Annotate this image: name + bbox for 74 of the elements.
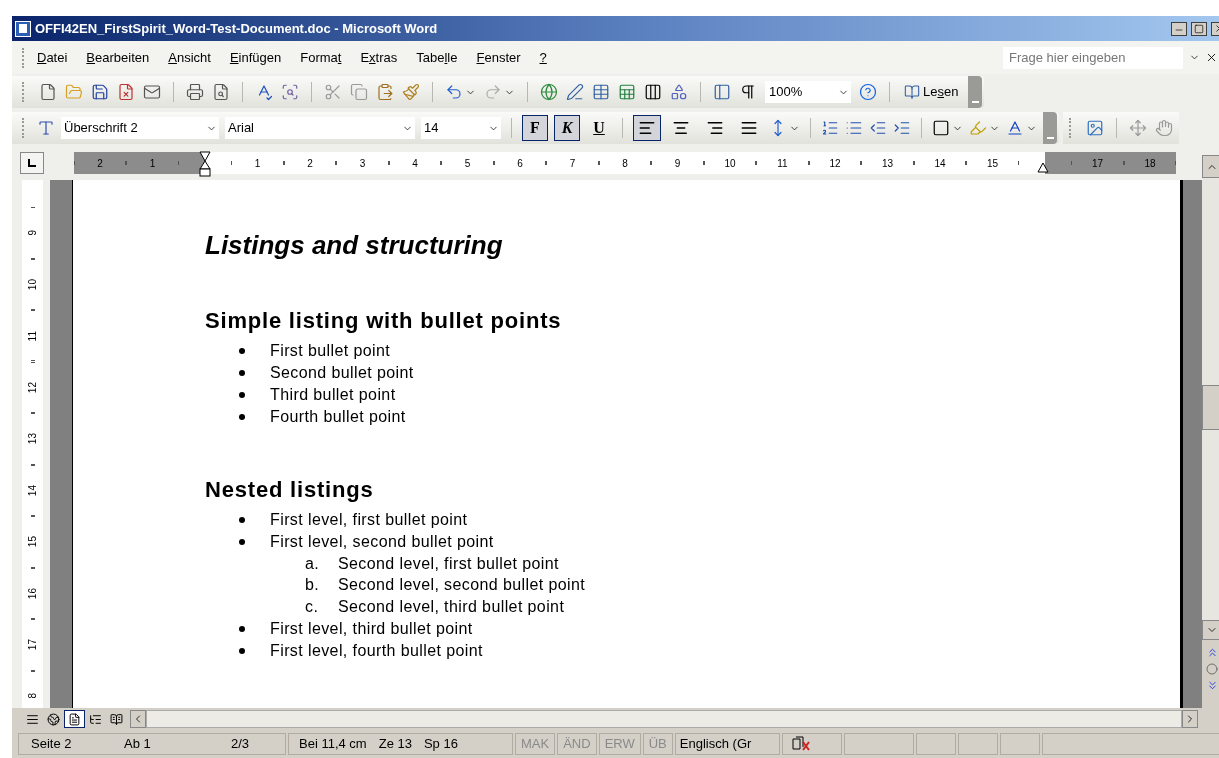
zoom-field[interactable]: 100% <box>765 81 851 103</box>
section-heading: Nested listings <box>205 477 375 503</box>
ruler-number: 5 <box>464 156 471 171</box>
menu-item[interactable]: Fenster <box>476 47 521 68</box>
ruler-number: 13 <box>26 433 39 445</box>
ruler-number: 14 <box>26 484 39 496</box>
ruler-number: 15 <box>26 536 39 548</box>
ruler-number: 6 <box>517 156 523 171</box>
style-dropdown[interactable]: Überschrift 2 <box>61 117 219 139</box>
list-item: Second level, second bullet point <box>338 575 586 596</box>
ruler-number: 9 <box>674 156 681 171</box>
list-item: First level, fourth bullet point <box>270 640 483 661</box>
menu-item[interactable]: Tabelle <box>416 47 458 68</box>
list-marker: a. <box>305 553 321 574</box>
menu-item[interactable]: Einfügen <box>229 47 282 68</box>
font-dropdown[interactable]: Arial <box>225 117 415 139</box>
ruler-number: 15 <box>986 156 999 171</box>
language-indicator: Englisch (Gr <box>679 735 752 754</box>
cursor-position: Bei 11,4 cm <box>299 735 367 754</box>
list-marker: c. <box>305 596 320 617</box>
ruler-number: 16 <box>26 587 39 599</box>
list-item: First level, first bullet point <box>270 510 468 530</box>
list-item: First level, second bullet point <box>270 532 494 552</box>
ruler-number: 1 <box>149 156 156 171</box>
document-title: Listings and structuring <box>205 231 504 259</box>
font-size-dropdown[interactable]: 14 <box>421 117 501 139</box>
page-count: 2/3 <box>231 735 250 754</box>
list-item: First level, third bullet point <box>270 618 473 639</box>
ruler-number: 2 <box>307 156 313 171</box>
list-item: Second bullet point <box>270 363 414 383</box>
ruler-number: 10 <box>26 278 39 290</box>
menu-item[interactable]: Bearbeiten <box>86 47 150 68</box>
ruler-number: 12 <box>26 381 39 393</box>
menu-item[interactable]: Datei <box>37 47 68 68</box>
ruler-number: 1 <box>254 156 261 171</box>
ruler-number: 13 <box>881 156 894 171</box>
column-number: Sp 16 <box>423 735 458 754</box>
menu-item[interactable]: ? <box>539 47 547 68</box>
page-number: Seite 2 <box>31 735 73 754</box>
read-button[interactable]: Lesen <box>902 82 961 102</box>
ruler-number: 17 <box>1091 156 1104 171</box>
menu-item[interactable]: Extras <box>360 47 398 68</box>
list-item: Third bullet point <box>270 385 396 405</box>
ruler-number: 11 <box>26 330 39 341</box>
menu-item[interactable]: Format <box>300 47 342 68</box>
ruler-number: 7 <box>569 156 576 171</box>
list-item: First bullet point <box>270 341 391 361</box>
list-marker: b. <box>305 575 321 596</box>
ruler-number: 3 <box>359 156 366 171</box>
ruler-number: 10 <box>724 156 736 171</box>
window-title: OFFI42EN_FirstSpirit_Word-Test-Document.doc - Microsoft Word <box>35 19 438 38</box>
list-item: Fourth bullet point <box>270 407 406 427</box>
ruler-number: 4 <box>412 156 418 171</box>
section-number: Ab 1 <box>124 735 152 754</box>
italic-button[interactable]: K <box>554 115 580 141</box>
ruler-number: 11 <box>777 156 788 171</box>
list-item: Second level, first bullet point <box>338 553 559 574</box>
read-label[interactable]: Lesen <box>923 82 959 102</box>
ruler-number: 17 <box>26 639 39 651</box>
section-heading: Simple listing with bullet points <box>205 308 563 334</box>
vertical-ruler[interactable]: 9 10 11 12 13 14 15 16 17 8 <box>22 180 43 708</box>
ruler-number: 8 <box>26 693 39 700</box>
ruler-number: 8 <box>622 156 628 171</box>
help-search-field[interactable]: Frage hier eingeben <box>1003 46 1183 69</box>
underline-button[interactable]: U <box>586 115 612 141</box>
bold-button[interactable]: F <box>522 115 548 141</box>
line-number: Ze 13 <box>378 735 412 754</box>
ruler-number: 9 <box>26 229 39 236</box>
ruler-number: 14 <box>934 156 946 171</box>
ruler-number: 18 <box>1144 156 1156 171</box>
ruler-number: 12 <box>829 156 841 171</box>
menu-item[interactable]: Ansicht <box>168 47 211 68</box>
list-item: Second level, third bullet point <box>338 596 565 617</box>
ruler-number: 2 <box>97 156 103 171</box>
